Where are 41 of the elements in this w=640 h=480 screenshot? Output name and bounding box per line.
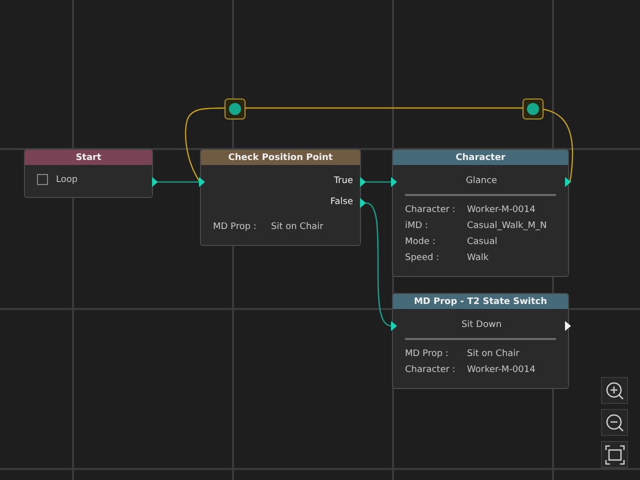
zoom-in-icon (604, 380, 624, 400)
property-label: Speed : (405, 253, 440, 263)
input-pin[interactable] (199, 177, 205, 187)
property-value: Sit on Chair (467, 349, 520, 359)
property-label: MD Prop : (405, 349, 450, 359)
node-title: Check Position Point (201, 150, 360, 165)
zoom-out-icon (604, 412, 624, 432)
graph-node[interactable]: Character Glance Character : Worker-M-0014 iMD : Casual_Walk_M_N Mode : Casual Speed : Walk (392, 149, 569, 277)
fit-view-button[interactable] (601, 441, 628, 468)
zoom-in-button[interactable] (601, 377, 628, 404)
output-pin[interactable] (565, 177, 571, 187)
node-title: Character (393, 150, 568, 165)
action-label: Sit Down (461, 320, 502, 330)
property-label: MD Prop : (213, 222, 258, 232)
property-value: Worker-M-0014 (467, 365, 536, 375)
node-title: MD Prop - T2 State Switch (393, 294, 568, 309)
action-label: Glance (466, 176, 498, 186)
property-value: Sit on Chair (271, 222, 324, 232)
property-value: Casual_Walk_M_N (467, 221, 547, 231)
reroute-node[interactable] (224, 98, 246, 120)
graph-node[interactable]: MD Prop - T2 State Switch Sit Down MD Prop : Sit on Chair Character : Worker-M-0014 (392, 293, 569, 389)
checkbox-label: Loop (56, 174, 78, 184)
graph-node[interactable]: Check Position Point True False MD Prop : Sit on Chair (200, 149, 361, 246)
property-label: Character : (405, 365, 456, 375)
zoom-out-button[interactable] (601, 409, 628, 436)
property-value: Casual (467, 237, 498, 247)
checkbox[interactable] (37, 174, 48, 185)
input-pin[interactable] (391, 177, 397, 187)
property-value: Walk (467, 253, 490, 263)
property-value: Worker-M-0014 (467, 205, 536, 215)
node-title: Start (25, 150, 152, 165)
property-label: Mode : (405, 237, 436, 247)
input-pin[interactable] (391, 321, 397, 331)
graph-node[interactable]: Start Loop (24, 149, 153, 198)
output-pin[interactable] (565, 321, 571, 331)
output-label: False (330, 197, 353, 207)
property-label: iMD : (405, 221, 430, 231)
fit-view-icon (604, 444, 624, 464)
output-label: True (334, 176, 353, 186)
reroute-node[interactable] (522, 98, 544, 120)
property-label: Character : (405, 205, 456, 215)
